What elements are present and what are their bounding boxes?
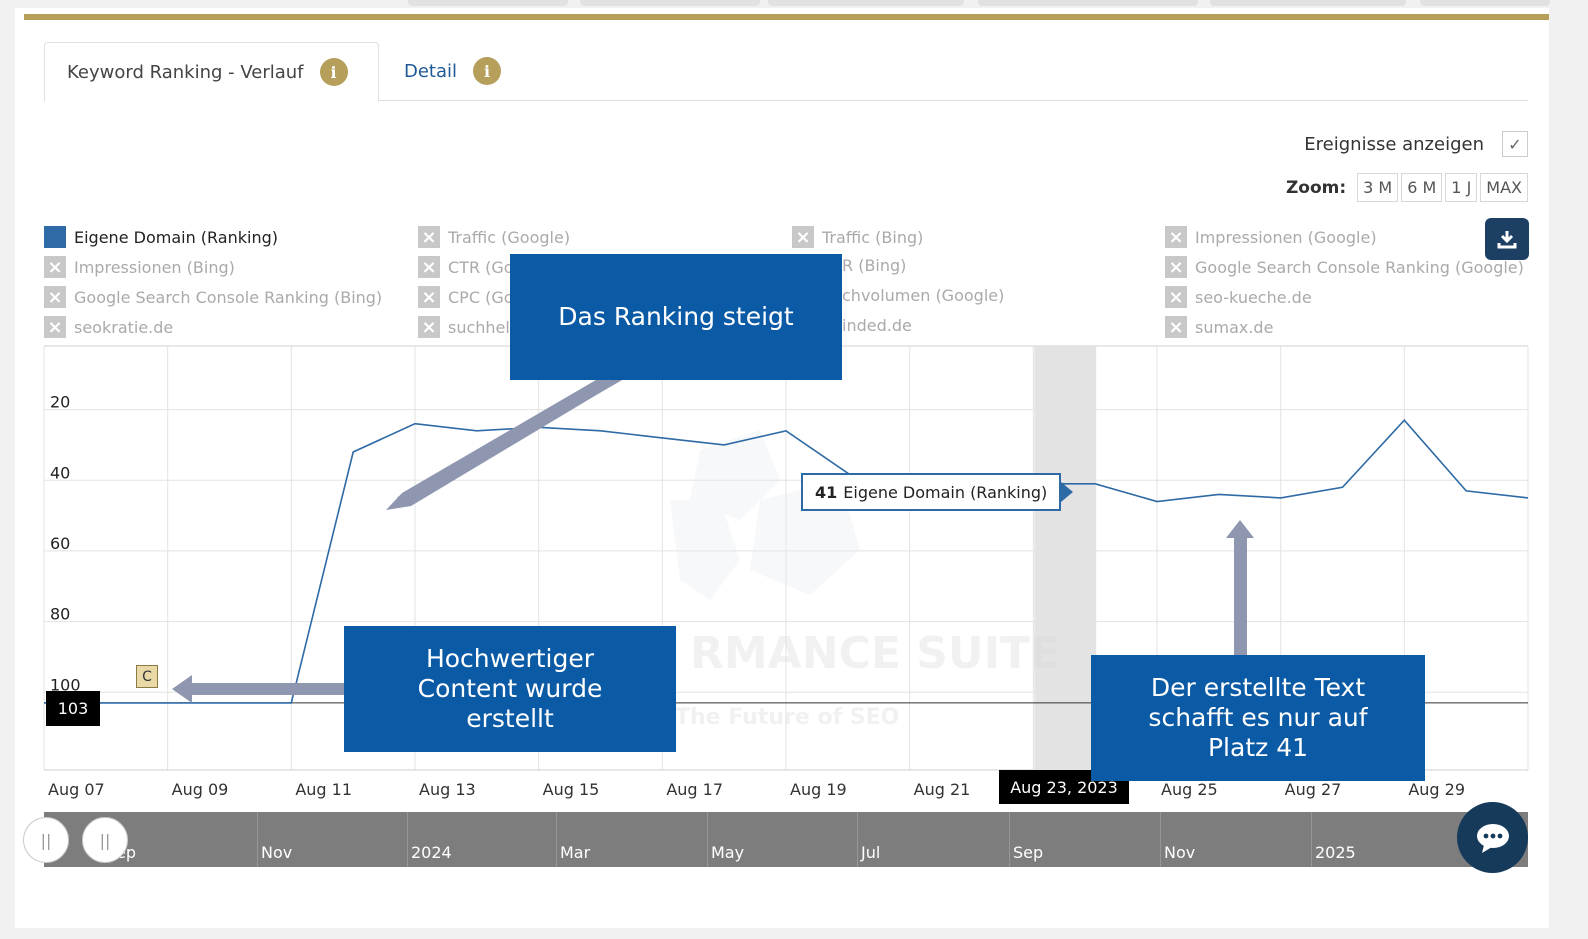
x-tick-label: Aug 13: [419, 780, 476, 799]
navigator-tick: [257, 812, 258, 867]
x-tick-label: Aug 29: [1408, 780, 1465, 799]
x-tick-label: Aug 17: [666, 780, 723, 799]
x-tick-label: Aug 19: [790, 780, 847, 799]
callout-platz-41: Der erstellte Text schafft es nur auf Pl…: [1091, 655, 1425, 781]
x-tick-label: Aug 27: [1285, 780, 1342, 799]
x-tick-label: Aug 07: [48, 780, 105, 799]
y-tick-label: 80: [50, 605, 70, 624]
arrow-to-content-creation-shaft: [190, 683, 350, 695]
chat-icon: [1476, 823, 1509, 853]
crosshair-y-label: 103: [46, 691, 100, 726]
ranking-chart: RMANCE SUITE The Future of SEO 20 40 60 80 1…: [43, 345, 1529, 799]
navigator-handle-left[interactable]: ||: [23, 817, 69, 863]
navigator-tick: [857, 812, 858, 867]
navigator-tick: [1160, 812, 1161, 867]
navigator-label: Mar: [560, 843, 591, 862]
info-icon[interactable]: i: [319, 58, 348, 86]
y-tick-label: 20: [50, 393, 70, 412]
callout-content-created: Hochwertiger Content wurde erstellt: [344, 626, 676, 752]
event-marker[interactable]: C: [136, 665, 158, 688]
navigator-label: Nov: [1164, 843, 1196, 862]
range-navigator[interactable]: ep Nov 2024 Mar May Jul Sep Nov 2025: [44, 812, 1528, 867]
navigator-label: Nov: [261, 843, 293, 862]
navigator-label: Jul: [861, 843, 881, 862]
navigator-tick: [707, 812, 708, 867]
chart-tooltip: 41 Eigene Domain (Ranking): [801, 473, 1074, 511]
navigator-label: 2025: [1315, 843, 1356, 862]
navigator-label: Sep: [1013, 843, 1044, 862]
chat-button[interactable]: [1457, 802, 1528, 873]
navigator-tick: [1311, 812, 1312, 867]
x-tick-label: Aug 09: [172, 780, 229, 799]
callout-text: Hochwertiger Content wurde erstellt: [417, 644, 603, 733]
callout-text: Der erstellte Text schafft es nur auf Pl…: [1148, 673, 1368, 762]
tooltip-series: Eigene Domain (Ranking): [843, 482, 1048, 502]
x-tick-label: Aug 11: [295, 780, 352, 799]
callout-text: Das Ranking steigt: [558, 302, 794, 331]
tab-keyword-ranking-verlauf[interactable]: Keyword Ranking - Verlauf i: [44, 42, 379, 102]
navigator-label: 2024: [411, 843, 452, 862]
navigator-tick: [1009, 812, 1010, 867]
x-tick-label: Aug 15: [543, 780, 600, 799]
navigator-handle-right[interactable]: ||: [82, 817, 128, 863]
watermark-title: RMANCE SUITE: [690, 628, 1060, 679]
highlight-band: [1034, 346, 1097, 770]
watermark-subtitle: The Future of SEO: [675, 705, 899, 730]
tab-label: Keyword Ranking - Verlauf: [67, 61, 304, 83]
x-tick-label: Aug 25: [1161, 780, 1218, 799]
arrow-to-platz-41-shaft: [1234, 535, 1247, 660]
navigator-label: May: [711, 843, 745, 862]
callout-ranking-rise: Das Ranking steigt: [510, 254, 842, 380]
y-tick-label: 40: [50, 463, 70, 482]
tooltip-value: 41: [815, 482, 838, 502]
navigator-tick: [407, 812, 408, 867]
y-tick-label: 60: [50, 534, 70, 553]
navigator-tick: [556, 812, 557, 867]
x-tick-label: Aug 21: [914, 780, 971, 799]
